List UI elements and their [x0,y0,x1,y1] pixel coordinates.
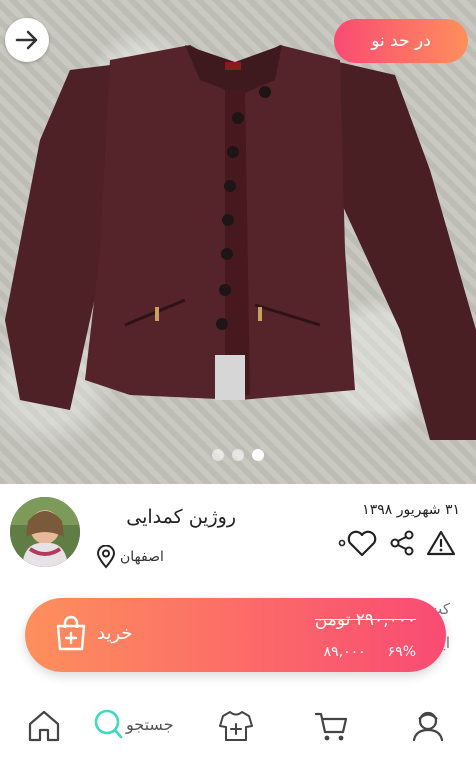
nav-cart[interactable] [312,706,352,746]
cart-icon [314,712,348,741]
final-price: ۸۹,۰۰۰ [323,644,366,660]
seller-avatar-photo [10,497,80,567]
condition-badge: در حد نو [334,19,468,63]
search-icon [94,709,123,739]
post-date: ۳۱ شهریور ۱۳۹۸ [362,502,460,518]
share-icon [390,530,414,556]
final-price-row: ۶۹% ۸۹,۰۰۰ [324,644,416,660]
seller-name[interactable]: روژین کمدایی [126,506,236,528]
share-button[interactable] [388,529,416,557]
arrow-right-icon [15,30,38,50]
nav-profile[interactable] [408,706,448,746]
pagination-dot-active[interactable] [252,449,264,461]
profile-icon [412,711,444,742]
nav-add-item[interactable] [216,706,256,746]
shopping-bag-icon [56,615,86,651]
favorite-button[interactable] [338,528,378,558]
warning-icon [426,530,456,556]
photo-pagination[interactable] [0,449,476,461]
nav-search[interactable]: جستجو [92,706,174,742]
purchase-bar: خرید ۲۹۰,۰۰۰ تومن ۶۹% ۸۹,۰۰۰ [25,598,446,672]
seller-avatar[interactable] [10,497,80,567]
discount-percent: ۶۹% [387,644,416,660]
jacket-photo [5,45,476,440]
nav-home[interactable] [24,706,64,746]
original-price: ۲۹۰,۰۰۰ تومن [314,610,416,630]
report-button[interactable] [426,529,456,557]
post-actions [338,528,456,558]
pagination-dot[interactable] [232,449,244,461]
buy-button[interactable]: خرید [53,614,133,652]
product-image[interactable]: در حد نو [0,0,476,484]
home-icon [28,710,60,742]
add-item-icon [219,711,253,741]
location-pin-icon [96,545,116,569]
heart-icon [338,530,377,557]
bottom-navigation: جستجو [0,696,476,765]
seller-location: اصفهان [96,545,164,569]
buy-label: خرید [97,622,133,644]
seller-city: اصفهان [120,549,164,565]
pagination-dot[interactable] [212,449,224,461]
back-button[interactable] [5,18,49,62]
nav-search-label: جستجو [126,714,174,734]
